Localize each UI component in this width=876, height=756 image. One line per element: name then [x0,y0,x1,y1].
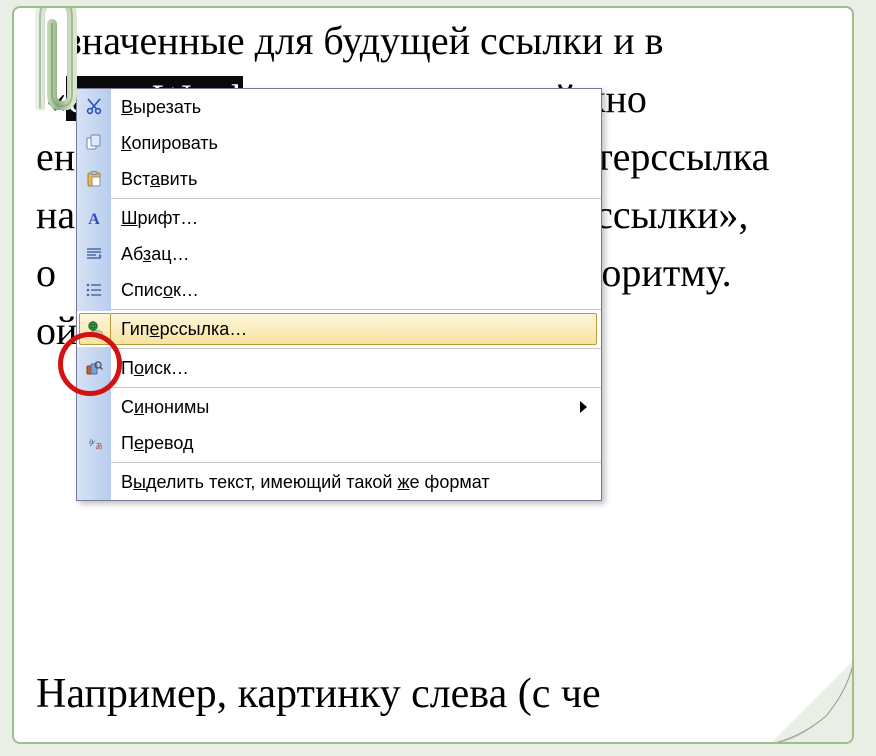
paste-icon [85,170,103,188]
paragraph-icon [85,245,103,263]
menu-item-search[interactable]: Поиск… [77,350,601,386]
menu-item-select-similar-format[interactable]: Выделить текст, имеющий такой же формат [77,464,601,500]
submenu-arrow-icon [580,401,587,413]
svg-text:あ: あ [95,442,103,451]
svg-text:A: A [88,211,100,227]
translate-icon: a あ [85,434,103,452]
list-icon [85,281,103,299]
menu-item-translate[interactable]: a あ Перевод [77,425,601,461]
scissors-icon [85,98,103,116]
copy-icon [85,134,103,152]
menu-item-list[interactable]: Список… [77,272,601,308]
screenshot-frame: значенные для будущей ссылки и в «ента W… [12,6,854,744]
paperclip-icon [18,6,86,110]
menu-item-hyperlink[interactable]: Гиперссылка… [77,311,601,347]
context-menu: Вырезать Копировать Вставить [76,88,602,501]
menu-item-paragraph[interactable]: Абзац… [77,236,601,272]
document-bottom-text: Например, картинку слева (с че [36,670,601,718]
menu-item-font[interactable]: A Шрифт… [77,200,601,236]
menu-item-paste[interactable]: Вставить [77,161,601,197]
menu-item-copy[interactable]: Копировать [77,125,601,161]
font-a-icon: A [85,209,103,227]
search-icon [85,359,103,377]
menu-item-cut[interactable]: Вырезать [77,89,601,125]
menu-item-synonyms[interactable]: Синонимы [77,389,601,425]
globe-link-icon [86,320,104,338]
page-curl-icon [770,660,854,744]
